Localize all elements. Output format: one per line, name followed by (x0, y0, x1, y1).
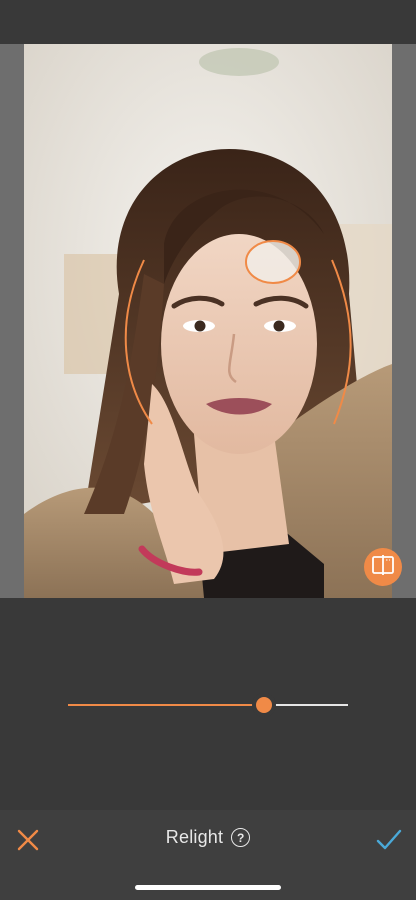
checkmark-icon (374, 829, 404, 858)
help-icon[interactable]: ? (231, 828, 251, 847)
top-bar (0, 0, 416, 44)
adjustment-panel (0, 598, 416, 810)
tool-title: Relight (165, 827, 224, 847)
portrait-photo[interactable] (24, 44, 392, 598)
relight-intensity-slider[interactable] (68, 694, 348, 716)
slider-track-fill (68, 704, 264, 706)
compare-split-icon (372, 554, 394, 580)
photo-canvas (0, 44, 416, 598)
confirm-button[interactable] (374, 826, 404, 854)
tool-title-group: Relight ? (0, 827, 416, 848)
bottom-toolbar: Relight ? (0, 810, 416, 900)
compare-button[interactable] (364, 548, 402, 586)
slider-thumb[interactable] (256, 697, 272, 713)
home-indicator (135, 885, 281, 890)
portrait-illustration (24, 44, 392, 598)
